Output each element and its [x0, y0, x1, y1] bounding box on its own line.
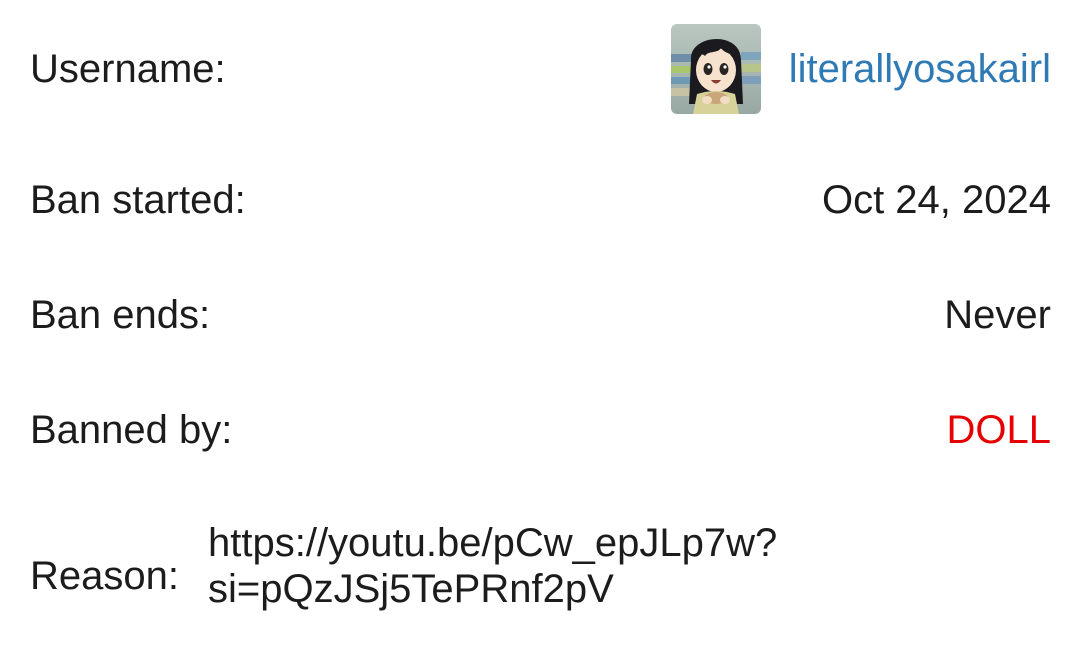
- reason-row: Reason: https://youtu.be/pCw_epJLp7w? si…: [30, 520, 1051, 634]
- banned-by-label: Banned by:: [30, 408, 233, 452]
- ban-started-value: Oct 24, 2024: [821, 178, 1051, 222]
- ban-started-row: Ban started: Oct 24, 2024: [30, 175, 1051, 225]
- username-label: Username:: [30, 47, 226, 91]
- banned-by-value[interactable]: DOLL: [947, 406, 1052, 454]
- reason-line: si=pQzJSj5TePRnf2pV: [208, 567, 614, 611]
- username-row: Username: literallyosakairl: [30, 24, 1051, 114]
- username-link[interactable]: literallyosakairl: [789, 45, 1051, 93]
- reason-line: https://youtu.be/pCw_epJLp7w?: [208, 521, 778, 565]
- ban-ends-label: Ban ends:: [30, 293, 211, 337]
- ban-ends-value: Never: [944, 293, 1051, 337]
- ban-ends-row: Ban ends: Never: [30, 290, 1051, 340]
- banned-by-row: Banned by: DOLL: [30, 405, 1051, 455]
- reason-label: Reason:: [30, 554, 179, 598]
- anime-girl-avatar[interactable]: [670, 24, 761, 114]
- reason-text: https://youtu.be/pCw_epJLp7w? si=pQzJSj5…: [208, 520, 888, 612]
- user-profile: literallyosakairl: [670, 24, 1051, 114]
- ban-started-label: Ban started:: [30, 178, 246, 222]
